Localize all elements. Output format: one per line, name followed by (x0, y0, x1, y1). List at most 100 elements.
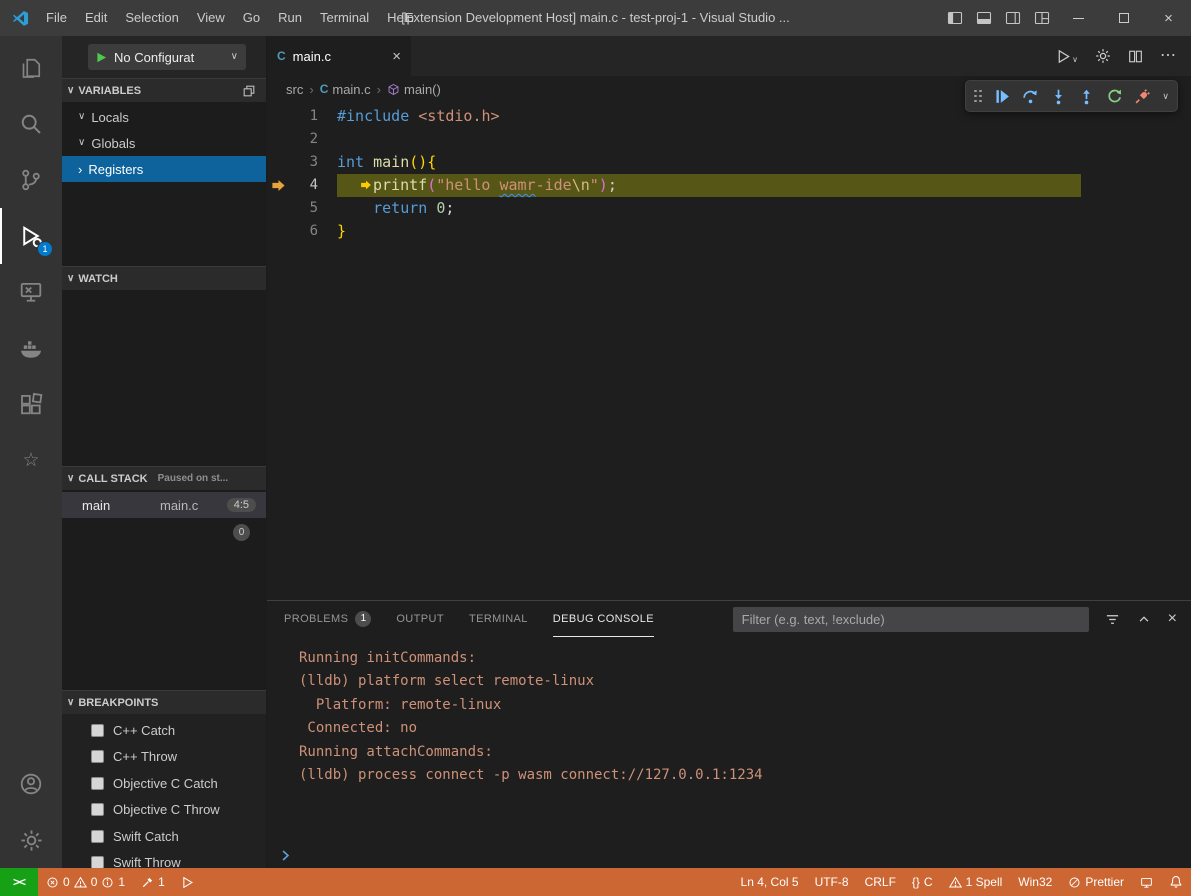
breadcrumb-file[interactable]: C main.c (320, 82, 371, 97)
breakpoint-checkbox[interactable] (91, 856, 104, 868)
code-editor[interactable]: 1#include <stdio.h>23int main(){4printf(… (267, 102, 1191, 600)
breadcrumb-symbol[interactable]: main() (387, 82, 441, 97)
split-editor-icon[interactable] (1128, 49, 1143, 64)
spell-status[interactable]: 1 Spell (941, 868, 1011, 896)
encoding-status[interactable]: UTF-8 (807, 868, 857, 896)
code-text[interactable]: return 0; (337, 197, 454, 220)
code-line-6[interactable]: 6} (267, 220, 1191, 243)
close-panel-icon[interactable]: × (1168, 611, 1177, 627)
breakpoint-item[interactable]: Swift Throw (62, 850, 266, 869)
docker-icon[interactable] (0, 320, 62, 376)
tab-main-c[interactable]: C main.c × (267, 36, 411, 76)
notifications-bell-icon[interactable] (1161, 868, 1191, 896)
debug-console-input[interactable] (267, 842, 1191, 868)
breakpoint-current-arrow-icon[interactable] (267, 174, 290, 197)
menu-go[interactable]: Go (234, 0, 269, 36)
breakpoint-checkbox[interactable] (91, 750, 104, 763)
breakpoint-item[interactable]: Objective C Throw (62, 797, 266, 824)
breakpoint-checkbox[interactable] (91, 724, 104, 737)
variables-row-globals[interactable]: ∨Globals (62, 130, 266, 156)
account-icon[interactable] (0, 756, 62, 812)
menu-file[interactable]: File (37, 0, 76, 36)
glyph-margin[interactable] (267, 151, 290, 174)
menu-view[interactable]: View (188, 0, 234, 36)
start-debug-play-icon[interactable] (96, 52, 107, 63)
run-or-debug-button[interactable]: ∨ (1056, 49, 1078, 64)
close-window-button[interactable]: × (1146, 0, 1191, 36)
more-actions-icon[interactable]: ⋯ (1160, 48, 1176, 64)
breakpoint-checkbox[interactable] (91, 803, 104, 816)
panel-tab-terminal[interactable]: TERMINAL (469, 601, 528, 637)
problems-status[interactable]: 0 0 1 (38, 868, 133, 896)
step-over-button[interactable] (1022, 88, 1039, 105)
code-text[interactable]: int main(){ (337, 151, 436, 174)
breakpoints-section-header[interactable]: ∨ BREAKPOINTS (62, 690, 266, 714)
explorer-icon[interactable] (0, 40, 62, 96)
stack-frame-row[interactable]: main main.c 4:5 (62, 492, 266, 518)
variables-row-locals[interactable]: ∨Locals (62, 104, 266, 130)
star-icon[interactable]: ☆ (0, 432, 62, 488)
maximize-panel-chevron-icon[interactable] (1137, 612, 1151, 626)
menu-edit[interactable]: Edit (76, 0, 116, 36)
glyph-margin[interactable] (267, 128, 290, 151)
debug-status[interactable] (173, 868, 202, 896)
platform-status[interactable]: Win32 (1010, 868, 1060, 896)
toggle-panel-icon[interactable] (969, 0, 998, 36)
glyph-margin[interactable] (267, 105, 290, 128)
remote-explorer-icon[interactable] (0, 264, 62, 320)
console-filter-input[interactable] (733, 607, 1089, 632)
variables-section-header[interactable]: ∨ VARIABLES (62, 78, 266, 102)
code-text[interactable]: } (337, 220, 346, 243)
step-out-button[interactable] (1078, 88, 1095, 105)
breakpoint-item[interactable]: C++ Catch (62, 717, 266, 744)
code-text[interactable]: printf("hello wamr-ide\n"); (337, 174, 1081, 197)
code-text[interactable]: #include <stdio.h> (337, 105, 500, 128)
menu-terminal[interactable]: Terminal (311, 0, 378, 36)
code-line-2[interactable]: 2 (267, 128, 1191, 151)
disconnect-button[interactable] (1134, 88, 1151, 105)
toggle-secondary-sidebar-icon[interactable] (998, 0, 1027, 36)
breakpoint-item[interactable]: Objective C Catch (62, 770, 266, 797)
customize-layout-icon[interactable] (1027, 0, 1056, 36)
step-into-button[interactable] (1050, 88, 1067, 105)
maximize-button[interactable] (1101, 0, 1146, 36)
breakpoint-checkbox[interactable] (91, 830, 104, 843)
minimize-button[interactable] (1056, 0, 1101, 36)
run-debug-icon[interactable]: 1 (0, 208, 62, 264)
remote-indicator[interactable]: >< (0, 868, 38, 896)
breakpoint-item[interactable]: Swift Catch (62, 823, 266, 850)
watch-section-header[interactable]: ∨ WATCH (62, 266, 266, 290)
formatter-status[interactable]: Prettier (1060, 868, 1132, 896)
debug-toolbar-menu-chevron[interactable]: ∨ (1162, 92, 1169, 101)
extensions-icon[interactable] (0, 376, 62, 432)
menu-selection[interactable]: Selection (116, 0, 187, 36)
continue-button[interactable] (994, 88, 1011, 105)
code-line-5[interactable]: 5 return 0; (267, 197, 1191, 220)
debug-toolbar-drag-handle[interactable] (974, 90, 983, 103)
code-line-4[interactable]: 4printf("hello wamr-ide\n"); (267, 174, 1191, 197)
source-control-icon[interactable] (0, 152, 62, 208)
panel-tab-debug-console[interactable]: DEBUG CONSOLE (553, 601, 654, 637)
menu-run[interactable]: Run (269, 0, 311, 36)
glyph-margin[interactable] (267, 197, 290, 220)
breadcrumb-folder[interactable]: src (286, 82, 303, 97)
variables-row-registers[interactable]: ›Registers (62, 156, 266, 182)
eol-status[interactable]: CRLF (857, 868, 904, 896)
sections-icon[interactable] (242, 84, 256, 98)
status-extra-icon[interactable] (1132, 868, 1161, 896)
breakpoint-checkbox[interactable] (91, 777, 104, 790)
panel-tab-problems[interactable]: PROBLEMS1 (284, 601, 371, 637)
filter-lines-icon[interactable] (1105, 612, 1120, 627)
configure-gear-icon[interactable] (1095, 48, 1111, 64)
search-icon[interactable] (0, 96, 62, 152)
toggle-sidebar-icon[interactable] (940, 0, 969, 36)
glyph-margin[interactable] (267, 220, 290, 243)
settings-gear-icon[interactable] (0, 812, 62, 868)
code-line-3[interactable]: 3int main(){ (267, 151, 1191, 174)
launch-config-dropdown[interactable]: No Configurat ∨ (88, 44, 246, 70)
close-tab-icon[interactable]: × (392, 49, 401, 64)
call-stack-section-header[interactable]: ∨ CALL STACK Paused on st... (62, 466, 266, 490)
breakpoint-item[interactable]: C++ Throw (62, 744, 266, 771)
cursor-position[interactable]: Ln 4, Col 5 (733, 868, 807, 896)
panel-tab-output[interactable]: OUTPUT (396, 601, 444, 637)
